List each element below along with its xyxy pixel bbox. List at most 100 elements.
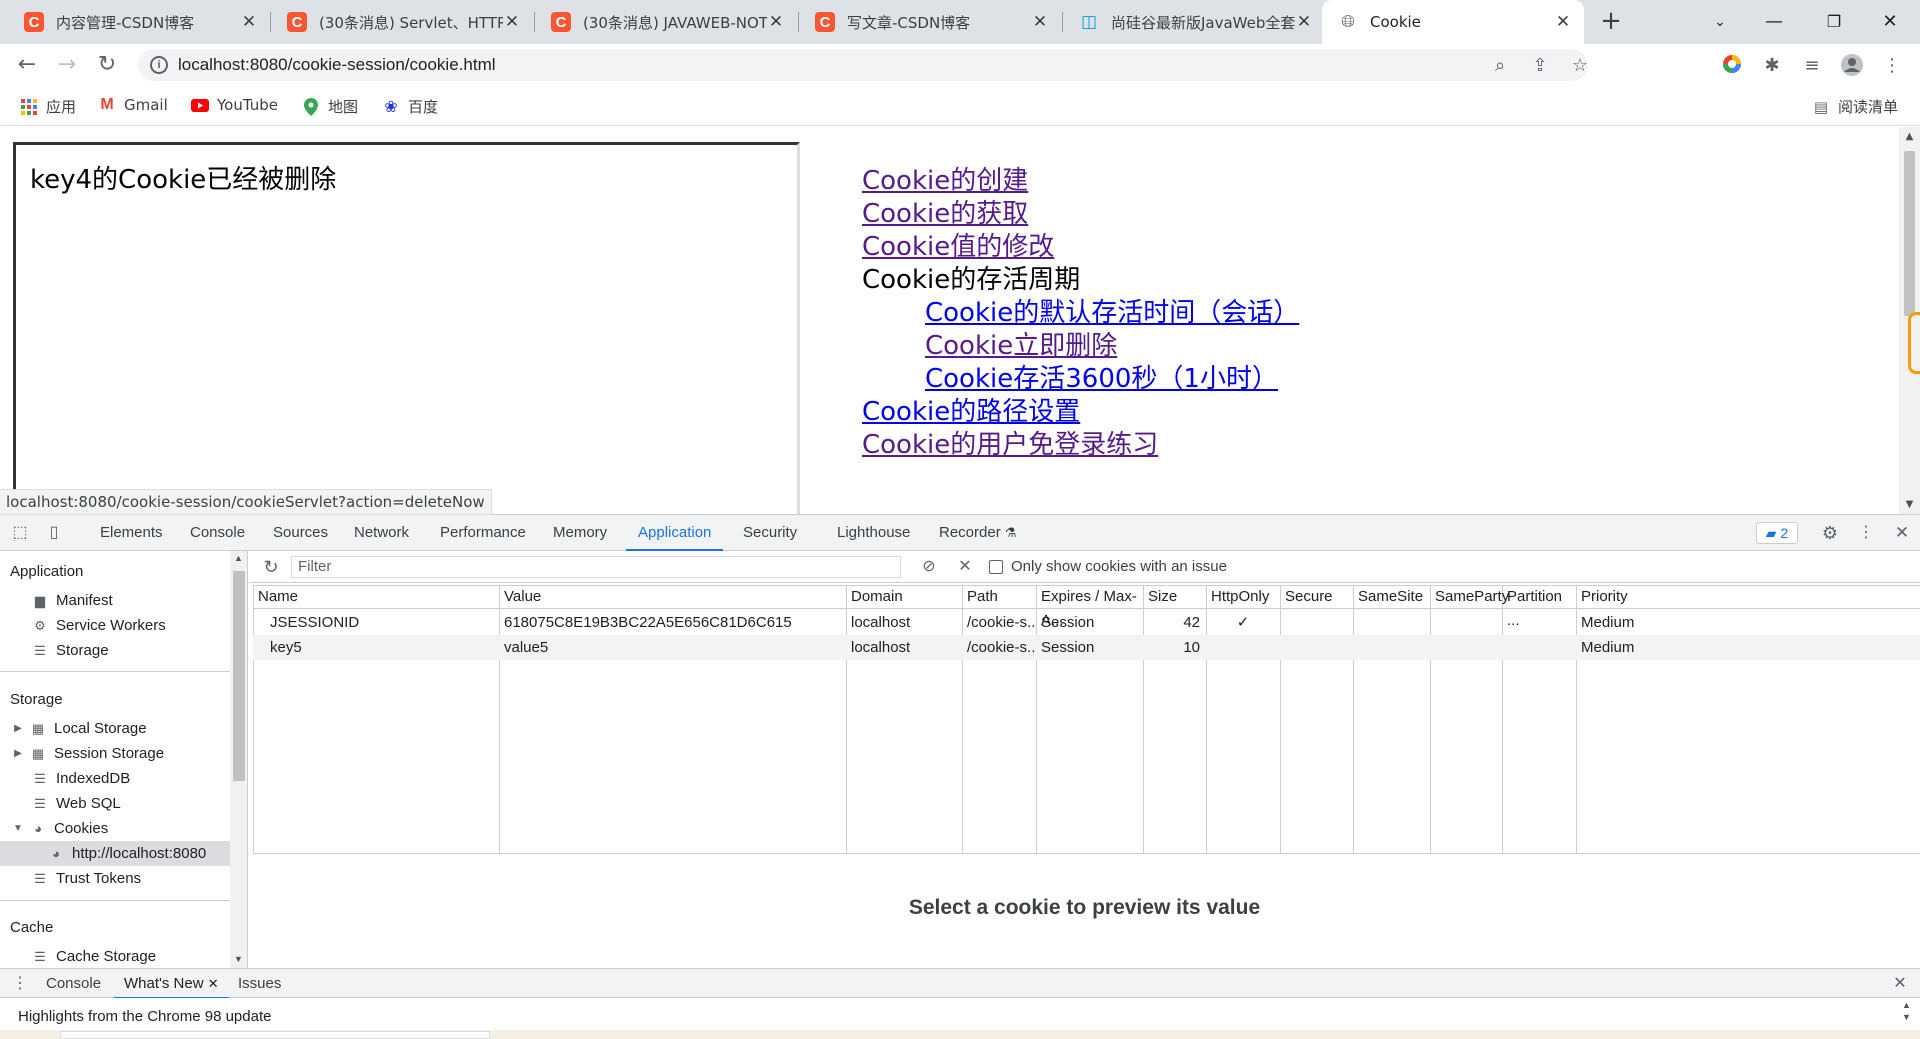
only-issue-checkbox[interactable]: Only show cookies with an issue [989, 558, 1227, 575]
scrollbar-thumb[interactable] [1904, 151, 1915, 316]
settings-gear-icon[interactable]: ⚙ [1820, 523, 1840, 543]
sidebar-scrollbar[interactable]: ▲ ▼ [230, 551, 247, 968]
share-icon[interactable]: ⇪ [1529, 55, 1551, 77]
browser-tab[interactable]: ◫ 尚硅谷最新版JavaWeb全套 ✕ [1063, 0, 1325, 44]
column-header-expires[interactable]: Expires / Max-A... [1036, 585, 1143, 629]
address-bar[interactable]: i localhost:8080/cookie-session/cookie.h… [138, 49, 1588, 81]
bookmark-maps[interactable]: 地图 [302, 96, 358, 117]
tab-console[interactable]: Console [178, 515, 257, 551]
profile-avatar-icon[interactable] [1840, 54, 1864, 78]
kebab-menu-icon[interactable]: ⋮ [1880, 54, 1904, 78]
column-header-priority[interactable]: Priority [1576, 585, 1676, 609]
tab-network[interactable]: Network [342, 515, 421, 551]
collapse-arrow-icon[interactable]: ▼ [12, 823, 24, 834]
tab-sources[interactable]: Sources [261, 515, 340, 551]
info-icon[interactable]: i [150, 56, 168, 74]
column-header-samesite[interactable]: SameSite [1353, 585, 1430, 609]
link-cookie-modify[interactable]: Cookie值的修改 [862, 231, 1299, 264]
scroll-up-icon[interactable]: ▲ [1902, 1000, 1911, 1010]
sidebar-item-cookie-origin[interactable]: ◕ http://localhost:8080 [0, 841, 230, 866]
drawer-menu-icon[interactable]: ⋮ [10, 974, 30, 994]
sidebar-item-manifest[interactable]: ▆ Manifest [0, 588, 230, 613]
reading-list-button[interactable]: ▤ 阅读清单 [1812, 96, 1898, 117]
close-icon[interactable]: ✕ [240, 12, 258, 32]
tab-lighthouse[interactable]: Lighthouse [825, 515, 922, 551]
drawer-tab-console[interactable]: Console [36, 969, 111, 999]
scrollbar-thumb[interactable] [233, 571, 245, 781]
column-header-size[interactable]: Size [1143, 585, 1206, 609]
sidebar-item-cookies[interactable]: ▼ ◕ Cookies [0, 816, 230, 841]
tab-application[interactable]: Application [626, 515, 724, 551]
browser-tab[interactable]: C 内容管理-CSDN博客 ✕ [8, 0, 270, 44]
inspect-element-icon[interactable]: ⬚ [10, 523, 30, 543]
tab-performance[interactable]: Performance [428, 515, 538, 551]
link-cookie-login[interactable]: Cookie的用户免登录练习 [862, 429, 1299, 462]
column-header-value[interactable]: Value [499, 585, 846, 609]
table-row[interactable]: key5 value5 localhost /cookie-s... Sessi… [253, 635, 1920, 660]
column-header-path[interactable]: Path [962, 585, 1036, 609]
chrome-extension-icon[interactable] [1720, 54, 1744, 78]
browser-tab-active[interactable]: 🌐︎ Cookie ✕ [1322, 0, 1584, 44]
sidebar-item-local-storage[interactable]: ▶ ▦ Local Storage [0, 716, 230, 741]
reload-button[interactable]: ↻ [92, 50, 122, 80]
close-devtools-icon[interactable]: ✕ [1892, 523, 1912, 543]
clear-filtered-icon[interactable]: ⊘ [919, 557, 939, 577]
checkbox-box[interactable] [989, 559, 1003, 574]
sidebar-item-service-workers[interactable]: ⚙ Service Workers [0, 613, 230, 638]
sidebar-item-storage[interactable]: ☰ Storage [0, 638, 230, 663]
new-tab-button[interactable]: + [1596, 7, 1626, 37]
sidebar-item-web-sql[interactable]: ☰ Web SQL [0, 791, 230, 816]
column-header-partition[interactable]: Partition ... [1502, 585, 1576, 629]
close-drawer-icon[interactable]: ✕ [1890, 974, 1910, 994]
column-header-name[interactable]: Name [253, 585, 499, 609]
table-row[interactable]: JSESSIONID 618075C8E19B3BC22A5E656C81D6C… [253, 610, 1920, 635]
scroll-up-icon[interactable]: ▲ [234, 553, 243, 563]
column-header-sameparty[interactable]: SameParty [1430, 585, 1509, 609]
sidebar-item-session-storage[interactable]: ▶ ▦ Session Storage [0, 741, 230, 766]
extensions-puzzle-icon[interactable]: ✱ [1760, 54, 1784, 78]
column-header-httponly[interactable]: HttpOnly [1206, 585, 1280, 609]
refresh-icon[interactable]: ↻ [261, 557, 281, 577]
link-cookie-delete-now[interactable]: Cookie立即删除 [862, 330, 1299, 363]
expand-arrow-icon[interactable]: ▶ [12, 748, 24, 759]
link-cookie-get[interactable]: Cookie的获取 [862, 198, 1299, 231]
forward-button[interactable]: → [52, 50, 82, 80]
sidebar-item-indexeddb[interactable]: ☰ IndexedDB [0, 766, 230, 791]
browser-tab[interactable]: C (30条消息) JAVAWEB-NOT ✕ [535, 0, 797, 44]
minimize-button[interactable]: — [1750, 4, 1798, 40]
browser-tab[interactable]: C 写文章-CSDN博客 ✕ [799, 0, 1061, 44]
zoom-icon[interactable]: ⌕ [1489, 55, 1511, 77]
maximize-button[interactable]: ❐ [1810, 4, 1858, 40]
tab-memory[interactable]: Memory [541, 515, 619, 551]
link-cookie-default-life[interactable]: Cookie的默认存活时间（会话） [862, 297, 1299, 330]
delete-selected-icon[interactable]: ✕ [955, 557, 975, 577]
tab-security[interactable]: Security [731, 515, 809, 551]
filter-input[interactable]: Filter [291, 556, 901, 578]
column-header-secure[interactable]: Secure [1280, 585, 1353, 609]
close-icon[interactable]: ✕ [208, 976, 219, 991]
column-header-domain[interactable]: Domain [846, 585, 962, 609]
expand-arrow-icon[interactable]: ▶ [12, 723, 24, 734]
drawer-tab-whats-new[interactable]: What's New ✕ [114, 969, 229, 999]
link-cookie-life-3600[interactable]: Cookie存活3600秒（1小时） [862, 363, 1299, 396]
bookmark-youtube[interactable]: YouTube [191, 96, 278, 114]
bookmark-baidu[interactable]: ❀ 百度 [382, 96, 438, 117]
close-icon[interactable]: ✕ [767, 12, 785, 32]
media-control-icon[interactable]: ≡ [1800, 54, 1824, 78]
bookmark-gmail[interactable]: M Gmail [98, 96, 167, 114]
devtools-menu-icon[interactable]: ⋮ [1856, 523, 1876, 543]
scroll-down-icon[interactable]: ▼ [234, 954, 243, 964]
url-text[interactable]: localhost:8080/cookie-session/cookie.htm… [178, 55, 496, 75]
tab-recorder[interactable]: Recorder ⚗ [927, 515, 1029, 551]
close-icon[interactable]: ✕ [1031, 12, 1049, 32]
link-cookie-path[interactable]: Cookie的路径设置 [862, 396, 1299, 429]
browser-tab[interactable]: C (30条消息) Servlet、HTTP ✕ [271, 0, 533, 44]
scroll-up-icon[interactable]: ▲ [1899, 131, 1920, 142]
device-toolbar-icon[interactable]: ▯ [44, 523, 64, 543]
link-cookie-create[interactable]: Cookie的创建 [862, 165, 1299, 198]
issues-badge[interactable]: ▰ 2 [1756, 522, 1798, 544]
sidebar-item-trust-tokens[interactable]: ☰ Trust Tokens [0, 866, 230, 891]
back-button[interactable]: ← [12, 50, 42, 80]
tab-search-chevron-icon[interactable]: ⌄ [1696, 4, 1744, 40]
scroll-down-icon[interactable]: ▼ [1899, 499, 1920, 510]
